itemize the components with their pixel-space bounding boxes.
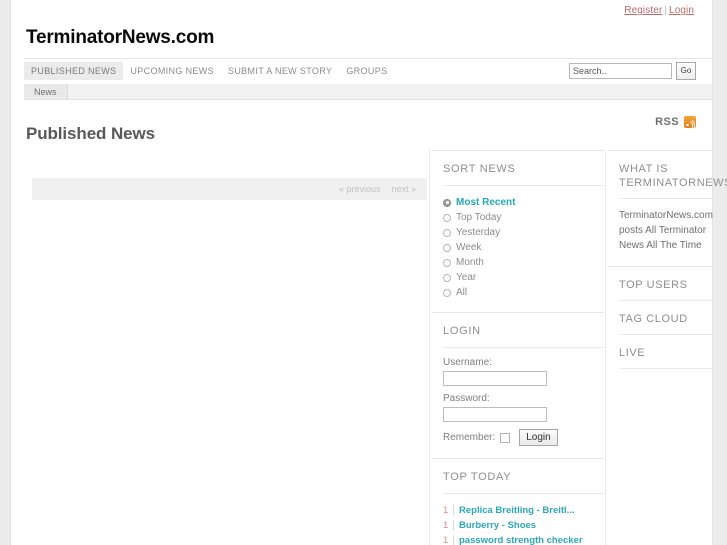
rss-label: RSS <box>655 116 679 128</box>
story-vote-count: 1 <box>443 535 449 545</box>
nav-item-groups[interactable]: GROUPS <box>339 62 394 80</box>
top-users-title: TOP USERS <box>619 279 688 291</box>
top-today-body: 1 Replica Breitling - Breitl... 1 Burber… <box>432 494 604 545</box>
previous-page-link[interactable]: « previous <box>339 184 381 194</box>
live-title: LIVE <box>619 347 646 359</box>
username-label: Username: <box>443 357 492 368</box>
about-widget: WHAT IS TERMINATORNEWS? TerminatorNews.c… <box>608 150 727 266</box>
column-divider-left <box>429 150 430 545</box>
login-widget: LOGIN Username: Password: Remember: Logi… <box>432 312 604 458</box>
sort-news-title: SORT NEWS <box>443 163 516 175</box>
radio-icon[interactable] <box>443 228 451 237</box>
search-form: Go <box>569 62 696 80</box>
sort-option-top-today[interactable]: Top Today <box>443 210 604 225</box>
search-input[interactable] <box>569 63 672 79</box>
site-title[interactable]: TerminatorNews.com <box>26 27 214 49</box>
page-root: Register | Login TerminatorNews.com PUBLIS… <box>0 0 727 545</box>
radio-icon[interactable] <box>443 243 451 252</box>
login-title: LOGIN <box>443 325 481 337</box>
pagination-bar: « previous next » <box>32 178 427 200</box>
sort-option-label: Week <box>456 242 482 253</box>
password-field[interactable] <box>443 407 547 422</box>
sort-news-widget: SORT NEWS Most Recent Top Today Yesterda… <box>432 150 604 312</box>
sort-option-all[interactable]: All <box>443 285 604 300</box>
nav-item-submit-a-new-story[interactable]: SUBMIT A NEW STORY <box>221 62 339 80</box>
login-body: Username: Password: Remember: Login <box>432 348 604 458</box>
story-vote-count: 1 <box>443 505 449 516</box>
sort-option-label: Most Recent <box>456 197 516 208</box>
remember-checkbox[interactable] <box>500 432 511 443</box>
remember-row: Remember: Login <box>443 429 604 446</box>
column-divider-right <box>605 150 606 545</box>
nav-item-published-news[interactable]: PUBLISHED NEWS <box>24 62 124 80</box>
login-link[interactable]: Login <box>669 5 694 16</box>
page-content-wrapper: Register | Login TerminatorNews.com PUBLIS… <box>12 0 727 545</box>
page-gutter-right <box>712 0 727 545</box>
middle-sidebar-column: SORT NEWS Most Recent Top Today Yesterda… <box>432 150 604 545</box>
register-link[interactable]: Register <box>624 5 662 16</box>
login-submit-button[interactable]: Login <box>519 429 558 446</box>
search-go-button[interactable]: Go <box>676 62 696 80</box>
main-content-column: « previous next » <box>24 150 429 545</box>
sort-option-label: Yesterday <box>456 227 501 238</box>
tag-cloud-title: TAG CLOUD <box>619 313 688 325</box>
rss-icon[interactable] <box>684 116 699 133</box>
sort-option-most-recent[interactable]: Most Recent <box>443 195 604 210</box>
sort-option-label: All <box>456 287 468 298</box>
page-title: Published News <box>26 124 155 144</box>
list-item: 1 Burberry - Shoes <box>443 518 604 533</box>
top-today-widget: TOP TODAY 1 Replica Breitling - Breitl..… <box>432 458 604 545</box>
live-widget: LIVE <box>608 335 712 369</box>
remember-label: Remember: <box>443 432 496 443</box>
radio-icon[interactable] <box>443 288 451 297</box>
story-link[interactable]: Burberry - Shoes <box>453 520 536 531</box>
radio-icon[interactable] <box>443 258 451 267</box>
nav-item-upcoming-news[interactable]: UPCOMING NEWS <box>123 62 221 80</box>
top-users-widget: TOP USERS <box>608 266 712 301</box>
next-page-link[interactable]: next » <box>391 184 416 194</box>
list-item: 1 password strength checker <box>443 533 604 545</box>
sort-option-label: Year <box>456 272 477 283</box>
sort-news-body: Most Recent Top Today Yesterday Week Mon… <box>432 186 604 312</box>
about-body: TerminatorNews.com posts All Terminator … <box>619 210 713 251</box>
sort-option-month[interactable]: Month <box>443 255 604 270</box>
top-today-title: TOP TODAY <box>443 471 512 483</box>
sort-option-label: Top Today <box>456 212 502 223</box>
password-label: Password: <box>443 393 490 404</box>
story-link[interactable]: password strength checker <box>453 535 583 545</box>
tag-cloud-widget: TAG CLOUD <box>608 301 712 335</box>
sort-news-options: Most Recent Top Today Yesterday Week Mon… <box>443 195 604 300</box>
top-today-list: 1 Replica Breitling - Breitl... 1 Burber… <box>443 503 604 545</box>
live-rule <box>619 368 712 369</box>
page-gutter-left <box>0 0 11 545</box>
sort-option-week[interactable]: Week <box>443 240 604 255</box>
radio-icon[interactable] <box>443 273 451 282</box>
rss-link[interactable]: RSS <box>655 116 699 133</box>
sub-navigation: News <box>24 84 712 100</box>
story-link[interactable]: Replica Breitling - Breitl... <box>453 505 575 516</box>
sort-option-label: Month <box>456 257 484 268</box>
right-sidebar-column: WHAT IS TERMINATORNEWS? TerminatorNews.c… <box>608 150 727 545</box>
title-divider <box>24 58 712 59</box>
about-title: WHAT IS TERMINATORNEWS? <box>619 163 727 189</box>
list-item: 1 Replica Breitling - Breitl... <box>443 503 604 518</box>
story-vote-count: 1 <box>443 520 449 531</box>
username-field[interactable] <box>443 371 547 386</box>
auth-links: Register | Login <box>624 5 694 16</box>
radio-icon[interactable] <box>443 213 451 222</box>
radio-icon[interactable] <box>443 198 451 207</box>
sort-option-year[interactable]: Year <box>443 270 604 285</box>
subnav-tab-news[interactable]: News <box>24 84 68 99</box>
sort-option-yesterday[interactable]: Yesterday <box>443 225 604 240</box>
